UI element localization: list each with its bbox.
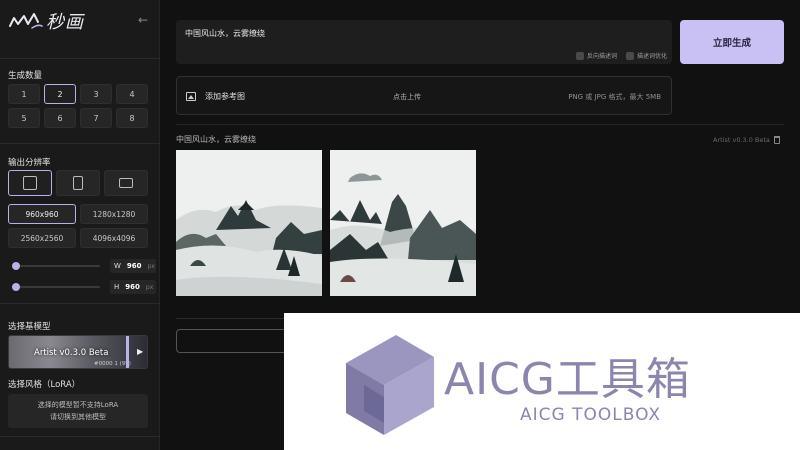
chevron-right-icon[interactable]: ▶ (137, 347, 143, 356)
lora-box: 选择的模型暂不支持LoRA 请切换到其他模型 (8, 394, 148, 428)
upload-format: PNG 或 JPG 格式，最大 5MB (568, 93, 661, 101)
upload-reference[interactable]: 添加参考图 点击上传 PNG 或 JPG 格式，最大 5MB (176, 76, 672, 115)
ratio-square-button[interactable] (8, 170, 52, 196)
result-image[interactable] (176, 150, 322, 296)
ratio-portrait-button[interactable] (56, 170, 100, 196)
quantity-option[interactable]: 7 (80, 108, 112, 128)
divider (0, 143, 160, 144)
trash-icon[interactable] (773, 136, 780, 144)
lora-message: 请切换到其他模型 (50, 413, 106, 421)
quantity-option[interactable]: 4 (116, 84, 148, 104)
model-card[interactable]: Artist v0.3.0 Beta #0000 1 (99) ▶ (8, 335, 148, 369)
result-meta: Artist v0.3.0 Beta (713, 136, 780, 144)
ratio-landscape-button[interactable] (104, 170, 148, 196)
generate-button[interactable]: 立即生成 (680, 20, 784, 64)
quantity-option[interactable]: 8 (116, 108, 148, 128)
width-slider-thumb[interactable] (12, 262, 20, 270)
height-input[interactable]: H 960 px (110, 280, 156, 294)
square-ratio-icon (23, 176, 37, 190)
optimize-prompt-checkbox[interactable] (626, 51, 634, 60)
landscape-painting-icon (330, 150, 476, 296)
height-slider-track[interactable] (12, 286, 100, 288)
divider (176, 318, 286, 319)
upload-label: 添加参考图 (205, 92, 245, 101)
quantity-option[interactable]: 6 (44, 108, 76, 128)
model-card-bar (126, 336, 129, 368)
watermark-subtitle: AICG TOOLBOX (520, 405, 662, 425)
landscape-ratio-icon (119, 178, 133, 188)
landscape-painting-icon (176, 150, 322, 296)
divider (0, 303, 160, 304)
negative-prompt-checkbox[interactable] (576, 51, 584, 60)
prompt-text: 中国风山水，云雾缭绕 (185, 29, 265, 38)
width-slider-track[interactable] (12, 265, 100, 267)
prompt-input[interactable]: 中国风山水，云雾缭绕 反向描述词 描述词优化 (176, 20, 672, 64)
resolution-grid: 960x960 1280x1280 2560x2560 4096x4096 (8, 204, 148, 248)
model-name: Artist v0.3.0 Beta (34, 348, 109, 358)
divider (176, 124, 784, 125)
quantity-option-selected[interactable]: 2 (44, 84, 76, 104)
divider (0, 436, 160, 437)
ratio-row (8, 170, 148, 196)
collapse-sidebar-icon[interactable]: ← (136, 13, 150, 27)
quantity-option[interactable]: 1 (8, 84, 40, 104)
width-input[interactable]: W 960 px (110, 259, 156, 273)
aicg-logo-icon (346, 335, 434, 435)
height-slider-row: H 960 px (8, 280, 156, 294)
watermark-title: AICG工具箱 (444, 354, 691, 405)
sidebar: 秒画 ← 生成数量 1 2 3 4 5 6 7 8 输出分辨率 960x960 … (0, 0, 160, 450)
result-image[interactable] (330, 150, 476, 296)
logo: 秒画 ← (8, 8, 152, 34)
resolution-option[interactable]: 4096x4096 (80, 228, 148, 248)
width-slider-row: W 960 px (8, 259, 156, 273)
result-model: Artist v0.3.0 Beta (713, 136, 770, 144)
model-title: 选择基模型 (8, 322, 51, 332)
quantity-grid: 1 2 3 4 5 6 7 8 (8, 84, 148, 128)
resolution-option-selected[interactable]: 960x960 (8, 204, 76, 224)
lora-title: 选择风格（LoRA） (8, 380, 81, 390)
lora-message: 选择的模型暂不支持LoRA (37, 401, 119, 409)
quantity-option[interactable]: 5 (8, 108, 40, 128)
image-icon (186, 92, 196, 101)
quantity-title: 生成数量 (8, 71, 43, 81)
upload-hint: 点击上传 (393, 93, 421, 101)
resolution-title: 输出分辨率 (8, 158, 51, 168)
logo-wave-icon (9, 13, 43, 29)
logo-text: 秒画 (46, 12, 84, 33)
resolution-option[interactable]: 1280x1280 (80, 204, 148, 224)
portrait-ratio-icon (73, 176, 83, 190)
quantity-option[interactable]: 3 (80, 84, 112, 104)
divider (0, 58, 160, 59)
watermark-overlay: AICG工具箱 AICG TOOLBOX (284, 313, 800, 450)
height-slider-thumb[interactable] (12, 283, 20, 291)
optimize-prompt-option[interactable]: 描述词优化 (626, 51, 667, 60)
resolution-option[interactable]: 2560x2560 (8, 228, 76, 248)
result-caption: 中国风山水，云雾缭绕 (176, 135, 256, 144)
negative-prompt-option[interactable]: 反向描述词 (576, 51, 617, 60)
